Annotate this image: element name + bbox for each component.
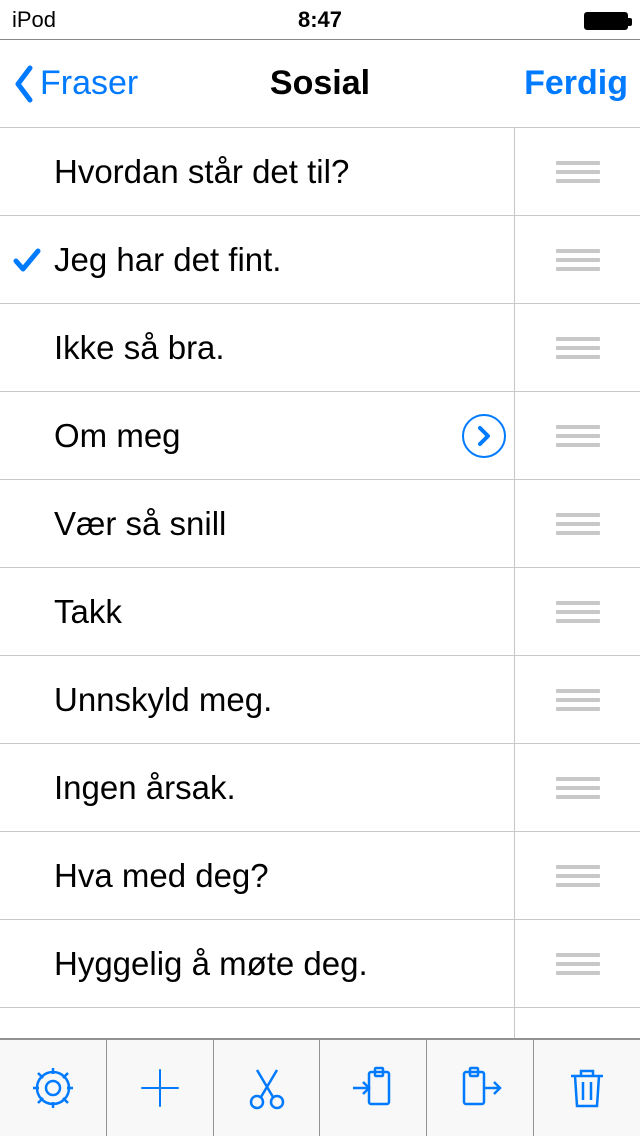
drag-icon xyxy=(556,777,600,799)
table-row[interactable]: Unnskyld meg. xyxy=(0,656,640,744)
settings-button[interactable] xyxy=(0,1040,107,1136)
reorder-handle[interactable] xyxy=(514,128,640,215)
page-title: Sosial xyxy=(270,64,370,103)
paste-out-button[interactable] xyxy=(427,1040,534,1136)
toolbar xyxy=(0,1038,640,1136)
cut-button[interactable] xyxy=(214,1040,321,1136)
clipboard-out-icon xyxy=(456,1064,504,1112)
row-check xyxy=(0,1008,54,1038)
drag-icon xyxy=(556,601,600,623)
back-label: Fraser xyxy=(40,64,138,103)
status-device: iPod xyxy=(12,7,217,33)
table-row[interactable]: Vær så snill xyxy=(0,480,640,568)
row-label: Vær så snill xyxy=(54,505,514,543)
chevron-right-icon xyxy=(476,425,492,447)
add-button[interactable] xyxy=(107,1040,214,1136)
drag-icon xyxy=(556,425,600,447)
drag-icon xyxy=(556,249,600,271)
drag-icon xyxy=(556,865,600,887)
table-row[interactable]: Om meg xyxy=(0,392,640,480)
back-button[interactable]: Fraser xyxy=(12,64,138,104)
reorder-handle[interactable] xyxy=(514,656,640,743)
table-row[interactable]: Hva med deg? xyxy=(0,832,640,920)
reorder-handle[interactable] xyxy=(514,832,640,919)
row-label: Takk xyxy=(54,593,514,631)
table-row[interactable]: Ingen årsak. xyxy=(0,744,640,832)
drag-icon xyxy=(556,513,600,535)
row-label: Om meg xyxy=(54,417,454,455)
delete-button[interactable] xyxy=(534,1040,640,1136)
row-label: Ikke så bra. xyxy=(54,329,514,367)
reorder-handle[interactable] xyxy=(514,920,640,1007)
reorder-handle[interactable] xyxy=(514,304,640,391)
checkmark-icon xyxy=(12,245,42,275)
done-button[interactable]: Ferdig xyxy=(524,64,628,103)
reorder-handle[interactable] xyxy=(514,480,640,567)
table-row[interactable]: Ha en fin dag! xyxy=(0,1008,640,1038)
table-row[interactable]: Takk xyxy=(0,568,640,656)
table-row[interactable]: Ikke så bra. xyxy=(0,304,640,392)
reorder-handle[interactable] xyxy=(514,392,640,479)
drag-icon xyxy=(556,953,600,975)
table-row[interactable]: Hyggelig å møte deg. xyxy=(0,920,640,1008)
row-label: Ingen årsak. xyxy=(54,769,514,807)
gear-icon xyxy=(29,1064,77,1112)
row-label: Jeg har det fint. xyxy=(54,241,514,279)
clipboard-in-icon xyxy=(349,1064,397,1112)
plus-icon xyxy=(136,1064,184,1112)
reorder-handle[interactable] xyxy=(514,1008,640,1038)
status-bar: iPod 8:47 xyxy=(0,0,640,40)
trash-icon xyxy=(563,1064,611,1112)
row-label: Hva med deg? xyxy=(54,857,514,895)
scissors-icon xyxy=(243,1064,291,1112)
disclosure-button[interactable] xyxy=(454,414,514,458)
nav-bar: Fraser Sosial Ferdig xyxy=(0,40,640,128)
battery-icon xyxy=(584,12,628,30)
table-row[interactable]: Hvordan står det til? xyxy=(0,128,640,216)
drag-icon xyxy=(556,689,600,711)
reorder-handle[interactable] xyxy=(514,568,640,655)
row-label: Unnskyld meg. xyxy=(54,681,514,719)
row-label: Hyggelig å møte deg. xyxy=(54,945,514,983)
drag-icon xyxy=(556,337,600,359)
chevron-left-icon xyxy=(12,64,36,104)
status-battery xyxy=(423,7,628,33)
row-label: Ha en fin dag! xyxy=(54,1008,514,1038)
status-time: 8:47 xyxy=(217,7,422,33)
table-row[interactable]: Jeg har det fint. xyxy=(0,216,640,304)
paste-in-button[interactable] xyxy=(320,1040,427,1136)
row-label: Hvordan står det til? xyxy=(54,153,514,191)
reorder-handle[interactable] xyxy=(514,216,640,303)
row-check xyxy=(0,245,54,275)
drag-icon xyxy=(556,161,600,183)
reorder-handle[interactable] xyxy=(514,744,640,831)
phrase-list: Hvordan står det til? Jeg har det fint. … xyxy=(0,128,640,1038)
